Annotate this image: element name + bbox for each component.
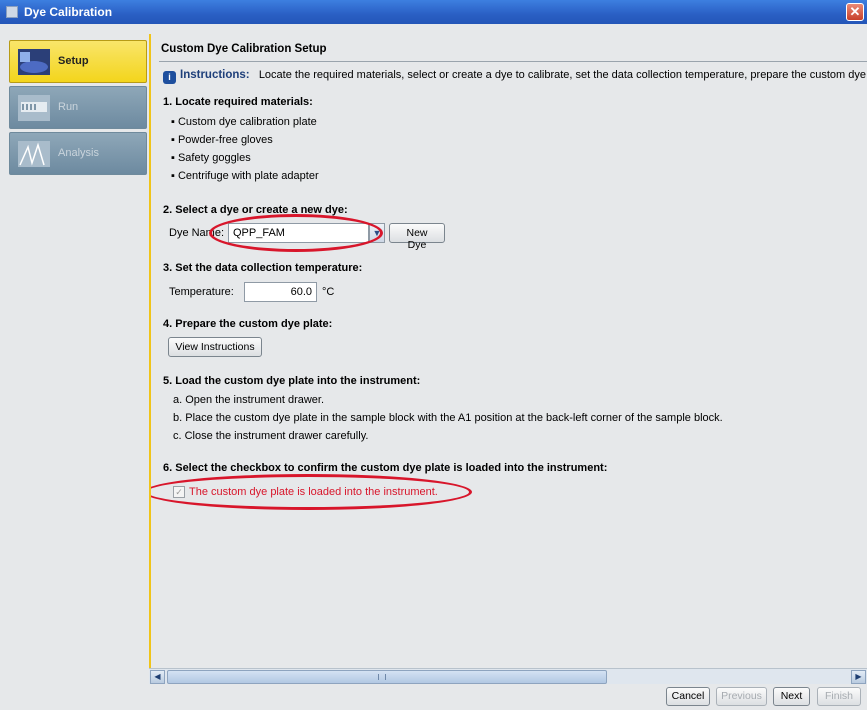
view-instructions-button[interactable]: View Instructions — [168, 337, 262, 357]
temperature-unit: °C — [322, 286, 335, 298]
instructions-label: Instructions: — [180, 69, 250, 81]
next-button[interactable]: Next — [773, 687, 810, 706]
chevron-down-icon[interactable]: ▼ — [369, 223, 385, 243]
list-item: c. Close the instrument drawer carefully… — [173, 430, 369, 442]
temperature-input[interactable]: 60.0 — [244, 282, 317, 302]
list-item: b. Place the custom dye plate in the sam… — [173, 412, 723, 424]
nav-label-analysis: Analysis — [58, 147, 99, 159]
new-dye-button[interactable]: New Dye — [389, 223, 445, 251]
nav-label-run: Run — [58, 101, 79, 113]
temperature-label: Temperature: — [169, 286, 234, 298]
list-item: ▪ Custom dye calibration plate — [171, 116, 317, 128]
close-icon[interactable]: ✕ — [846, 3, 864, 21]
run-icon — [18, 95, 50, 121]
step4-title: 4. Prepare the custom dye plate: — [163, 318, 333, 330]
dye-name-label: Dye Name: — [169, 227, 225, 239]
setup-icon — [18, 49, 50, 75]
dye-calibration-window: Dye Calibration ✕ Setup Run Analysis Cus… — [0, 0, 867, 710]
horizontal-scrollbar[interactable]: ◀ ▶ — [149, 668, 867, 684]
page-title: Custom Dye Calibration Setup — [161, 43, 327, 55]
previous-button: Previous — [716, 687, 767, 706]
grip-icon — [378, 674, 386, 680]
instructions-banner: i Instructions: Locate the required mater… — [163, 69, 866, 84]
title-bar: Dye Calibration ✕ — [0, 0, 867, 24]
list-item: ▪ Centrifuge with plate adapter — [171, 170, 319, 182]
nav-item-run: Run — [9, 86, 147, 129]
scroll-thumb[interactable] — [167, 670, 607, 684]
plate-loaded-checkbox[interactable]: ✓ — [173, 486, 185, 498]
info-icon: i — [163, 71, 176, 84]
dye-name-select[interactable]: QPP_FAM — [228, 223, 369, 243]
list-item: ▪ Powder-free gloves — [171, 134, 273, 146]
app-icon — [6, 6, 18, 18]
step5-title: 5. Load the custom dye plate into the in… — [163, 375, 421, 387]
step1-title: 1. Locate required materials: — [163, 96, 313, 108]
nav-item-setup[interactable]: Setup — [9, 40, 147, 83]
list-item: ▪ Safety goggles — [171, 152, 251, 164]
scroll-right-icon[interactable]: ▶ — [851, 670, 866, 684]
wizard-nav: Setup Run Analysis — [7, 34, 147, 702]
plate-loaded-label[interactable]: The custom dye plate is loaded into the … — [189, 486, 438, 498]
scroll-left-icon[interactable]: ◀ — [150, 670, 165, 684]
cancel-button[interactable]: Cancel — [666, 687, 710, 706]
list-item: a. Open the instrument drawer. — [173, 394, 325, 406]
step6-title: 6. Select the checkbox to confirm the cu… — [163, 462, 608, 474]
header-divider — [159, 61, 867, 62]
finish-button: Finish — [817, 687, 861, 706]
step2-title: 2. Select a dye or create a new dye: — [163, 204, 348, 216]
window-title: Dye Calibration — [24, 5, 113, 19]
step3-title: 3. Set the data collection temperature: — [163, 262, 363, 274]
nav-item-analysis: Analysis — [9, 132, 147, 175]
analysis-icon — [18, 141, 50, 167]
instructions-text: Locate the required materials, select or… — [258, 69, 866, 81]
nav-label-setup: Setup — [58, 55, 89, 67]
setup-content-panel: Custom Dye Calibration Setup i Instructio… — [149, 34, 867, 668]
